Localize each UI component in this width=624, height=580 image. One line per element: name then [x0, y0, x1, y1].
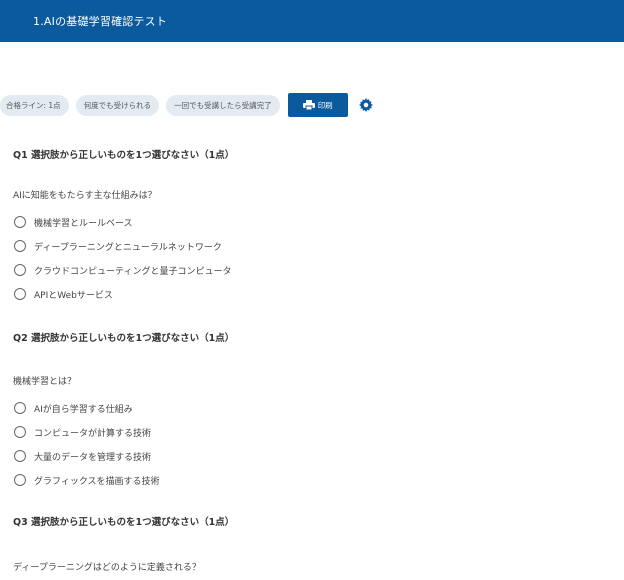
question-2-option-1[interactable]: AIが自ら学習する仕組み: [14, 400, 133, 416]
header-bar: 1.AIの基礎学習確認テスト: [0, 0, 624, 42]
radio-button[interactable]: [14, 426, 26, 438]
radio-button[interactable]: [14, 288, 26, 300]
question-2-option-2[interactable]: コンピュータが計算する技術: [14, 424, 151, 440]
question-3-text: ディープラーニングはどのように定義される？: [13, 563, 201, 573]
question-1-option-3[interactable]: クラウドコンピューティングと量子コンピュータ: [14, 262, 231, 278]
question-1-text: AIに知能をもたらす主な仕組みは？: [13, 191, 157, 201]
passing-line-badge: 合格ライン: 1点: [0, 94, 69, 116]
radio-button[interactable]: [14, 474, 26, 486]
completion-badge: 一回でも受講したら受講完了: [166, 94, 280, 116]
question-2-option-4[interactable]: グラフィックスを描画する技術: [14, 472, 160, 488]
question-1-option-4[interactable]: APIとWebサービス: [14, 286, 113, 302]
radio-button[interactable]: [14, 402, 26, 414]
question-3-title: Q3 選択肢から正しいものを1つ選びなさい（1点）: [13, 517, 235, 528]
print-button[interactable]: 印刷: [287, 93, 348, 117]
gear-icon[interactable]: [358, 98, 373, 112]
radio-button[interactable]: [14, 450, 26, 462]
radio-button[interactable]: [14, 216, 26, 228]
radio-button[interactable]: [14, 264, 26, 276]
question-2-text: 機械学習とは？: [13, 377, 77, 387]
radio-button[interactable]: [14, 240, 26, 252]
printer-icon: [302, 100, 315, 110]
question-1-title: Q1 選択肢から正しいものを1つ選びなさい（1点）: [13, 150, 235, 161]
question-2-title: Q2 選択肢から正しいものを1つ選びなさい（1点）: [13, 333, 235, 344]
test-toolbar: 合格ライン: 1点 何度でも受けられる 一回でも受講したら受講完了 印刷: [0, 92, 373, 118]
question-2-option-3[interactable]: 大量のデータを管理する技術: [14, 448, 151, 464]
question-1-option-2[interactable]: ディープラーニングとニューラルネットワーク: [14, 238, 222, 254]
retake-badge: 何度でも受けられる: [75, 94, 160, 116]
question-1-option-1[interactable]: 機械学習とルールベース: [14, 214, 133, 230]
print-label: 印刷: [317, 100, 333, 110]
page-title: 1.AIの基礎学習確認テスト: [33, 15, 168, 28]
